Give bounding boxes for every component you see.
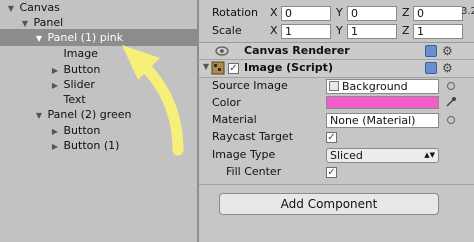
color-label: Color [212, 96, 241, 109]
scale-z-label[interactable]: Z [402, 23, 410, 39]
rotation-x-field[interactable]: 0 [281, 6, 331, 21]
sprite-icon [329, 81, 339, 91]
eyedropper-icon[interactable] [445, 96, 457, 108]
source-image-label: Source Image [212, 79, 288, 92]
scale-y-field[interactable]: 1 [347, 24, 397, 39]
scale-label: Scale [212, 24, 242, 37]
scale-x-label[interactable]: X [270, 23, 278, 39]
help-book-icon[interactable] [425, 62, 437, 74]
collapse-arrow-icon[interactable]: ▼ [201, 62, 211, 71]
canvas-renderer-title: Canvas Renderer [244, 44, 350, 57]
raycast-target-checkbox[interactable]: ✓ [326, 132, 337, 143]
object-picker-icon[interactable] [447, 82, 455, 90]
raycast-target-label: Raycast Target [212, 130, 294, 143]
fill-center-checkbox[interactable]: ✓ [326, 167, 337, 178]
fill-center-label: Fill Center [226, 165, 282, 178]
image-component-icon [211, 61, 225, 75]
material-label: Material [212, 113, 257, 126]
image-type-value: Sliced [330, 149, 363, 162]
rotation-z-field[interactable]: 0 [413, 6, 463, 21]
object-picker-icon[interactable] [447, 116, 455, 124]
source-image-field[interactable]: Background [326, 79, 439, 94]
dropdown-arrows-icon: ▲▼ [424, 151, 435, 159]
scale-x-field[interactable]: 1 [281, 24, 331, 39]
eye-icon [215, 46, 229, 56]
rotation-label: Rotation [212, 6, 259, 19]
image-script-title: Image (Script) [244, 61, 333, 74]
rotation-x-label[interactable]: X [270, 5, 278, 21]
image-type-label: Image Type [212, 148, 276, 161]
image-enabled-checkbox[interactable]: ✓ [228, 63, 239, 74]
scale-z-field[interactable]: 1 [413, 24, 463, 39]
image-type-dropdown[interactable]: Sliced ▲▼ [326, 148, 439, 163]
rotation-y-field[interactable]: 0 [347, 6, 397, 21]
help-book-icon[interactable] [425, 45, 437, 57]
add-component-button[interactable]: Add Component [219, 193, 439, 215]
color-swatch[interactable] [326, 96, 439, 109]
overflow-value: 3.2 [461, 6, 474, 17]
scale-y-label[interactable]: Y [336, 23, 343, 39]
gear-icon[interactable]: ⚙ [442, 45, 453, 57]
image-script-header[interactable]: ▼ ✓ Image (Script) ⚙ [199, 60, 474, 78]
rotation-y-label[interactable]: Y [336, 5, 343, 21]
source-image-value: Background [342, 80, 408, 93]
separator [199, 184, 474, 185]
annotation-arrow-icon [122, 45, 184, 156]
material-field[interactable]: None (Material) [326, 113, 439, 128]
hierarchy-panel: ▼ Canvas ▼ Panel ▼ Panel (1) pink Image … [0, 0, 197, 242]
gear-icon[interactable]: ⚙ [442, 62, 453, 74]
rotation-z-label[interactable]: Z [402, 5, 410, 21]
canvas-renderer-header[interactable]: Canvas Renderer ⚙ [199, 42, 474, 60]
